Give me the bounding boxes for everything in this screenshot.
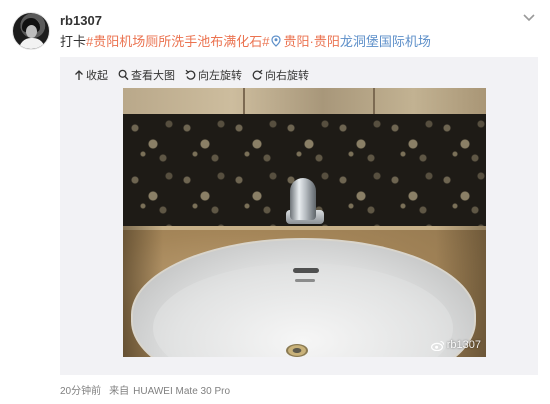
rotate-right-button[interactable]: 向右旋转 (252, 67, 309, 83)
photo-wall-seam (373, 88, 375, 114)
avatar[interactable] (12, 12, 50, 50)
location-name[interactable]: 贵阳·贵阳 (283, 34, 339, 49)
photo-faucet (290, 178, 316, 220)
magnifier-icon (118, 69, 129, 81)
view-large-label: 查看大图 (131, 70, 175, 82)
post-text-prefix: 打卡 (60, 34, 87, 49)
avatar-body (19, 38, 45, 49)
weibo-post-card: rb1307 打卡#贵阳机场厕所洗手池布满化石# 贵阳·贵阳龙洞堡国际机场 收起 … (0, 0, 550, 404)
photo-drain (286, 344, 308, 357)
username[interactable]: rb1307 (60, 13, 102, 28)
source-label: 来自 (109, 386, 130, 397)
watermark-text: rb1307 (446, 339, 481, 351)
photo-wall (123, 88, 486, 114)
rotate-left-icon (185, 69, 196, 80)
rotate-left-button[interactable]: 向左旋转 (185, 67, 242, 83)
rotate-right-label: 向右旋转 (265, 70, 309, 82)
view-large-button[interactable]: 查看大图 (118, 67, 175, 83)
image-watermark: rb1307 (430, 339, 481, 351)
post-photo[interactable]: rb1307 (123, 88, 486, 357)
image-toolbar: 收起 查看大图 向左旋转 向右旋转 (74, 67, 319, 83)
weibo-logo-icon (430, 340, 444, 351)
arrow-up-icon (75, 70, 83, 80)
photo-overflow-slot (293, 268, 319, 273)
location-link[interactable]: 龙洞堡国际机场 (340, 34, 431, 49)
rotate-left-label: 向左旋转 (198, 70, 242, 82)
collapse-label: 收起 (86, 70, 108, 82)
photo-brand-mark (295, 279, 315, 282)
location-pin-icon (271, 35, 282, 47)
post-time[interactable]: 20分钟前 (60, 386, 101, 397)
rotate-right-icon (252, 69, 263, 80)
collapse-button[interactable]: 收起 (74, 67, 108, 83)
post-text: 打卡#贵阳机场厕所洗手池布满化石# 贵阳·贵阳龙洞堡国际机场 (60, 33, 431, 50)
media-panel: 收起 查看大图 向左旋转 向右旋转 rb1307 (60, 57, 538, 375)
post-footer: 20分钟前 来自 HUAWEI Mate 30 Pro (60, 382, 230, 397)
photo-wall-seam (243, 88, 245, 114)
device-name: HUAWEI Mate 30 Pro (133, 386, 231, 397)
avatar-face (26, 25, 37, 38)
hashtag-link[interactable]: #贵阳机场厕所洗手池布满化石# (86, 34, 269, 49)
chevron-down-icon[interactable] (520, 12, 538, 24)
photo-counter-edge (123, 226, 486, 230)
